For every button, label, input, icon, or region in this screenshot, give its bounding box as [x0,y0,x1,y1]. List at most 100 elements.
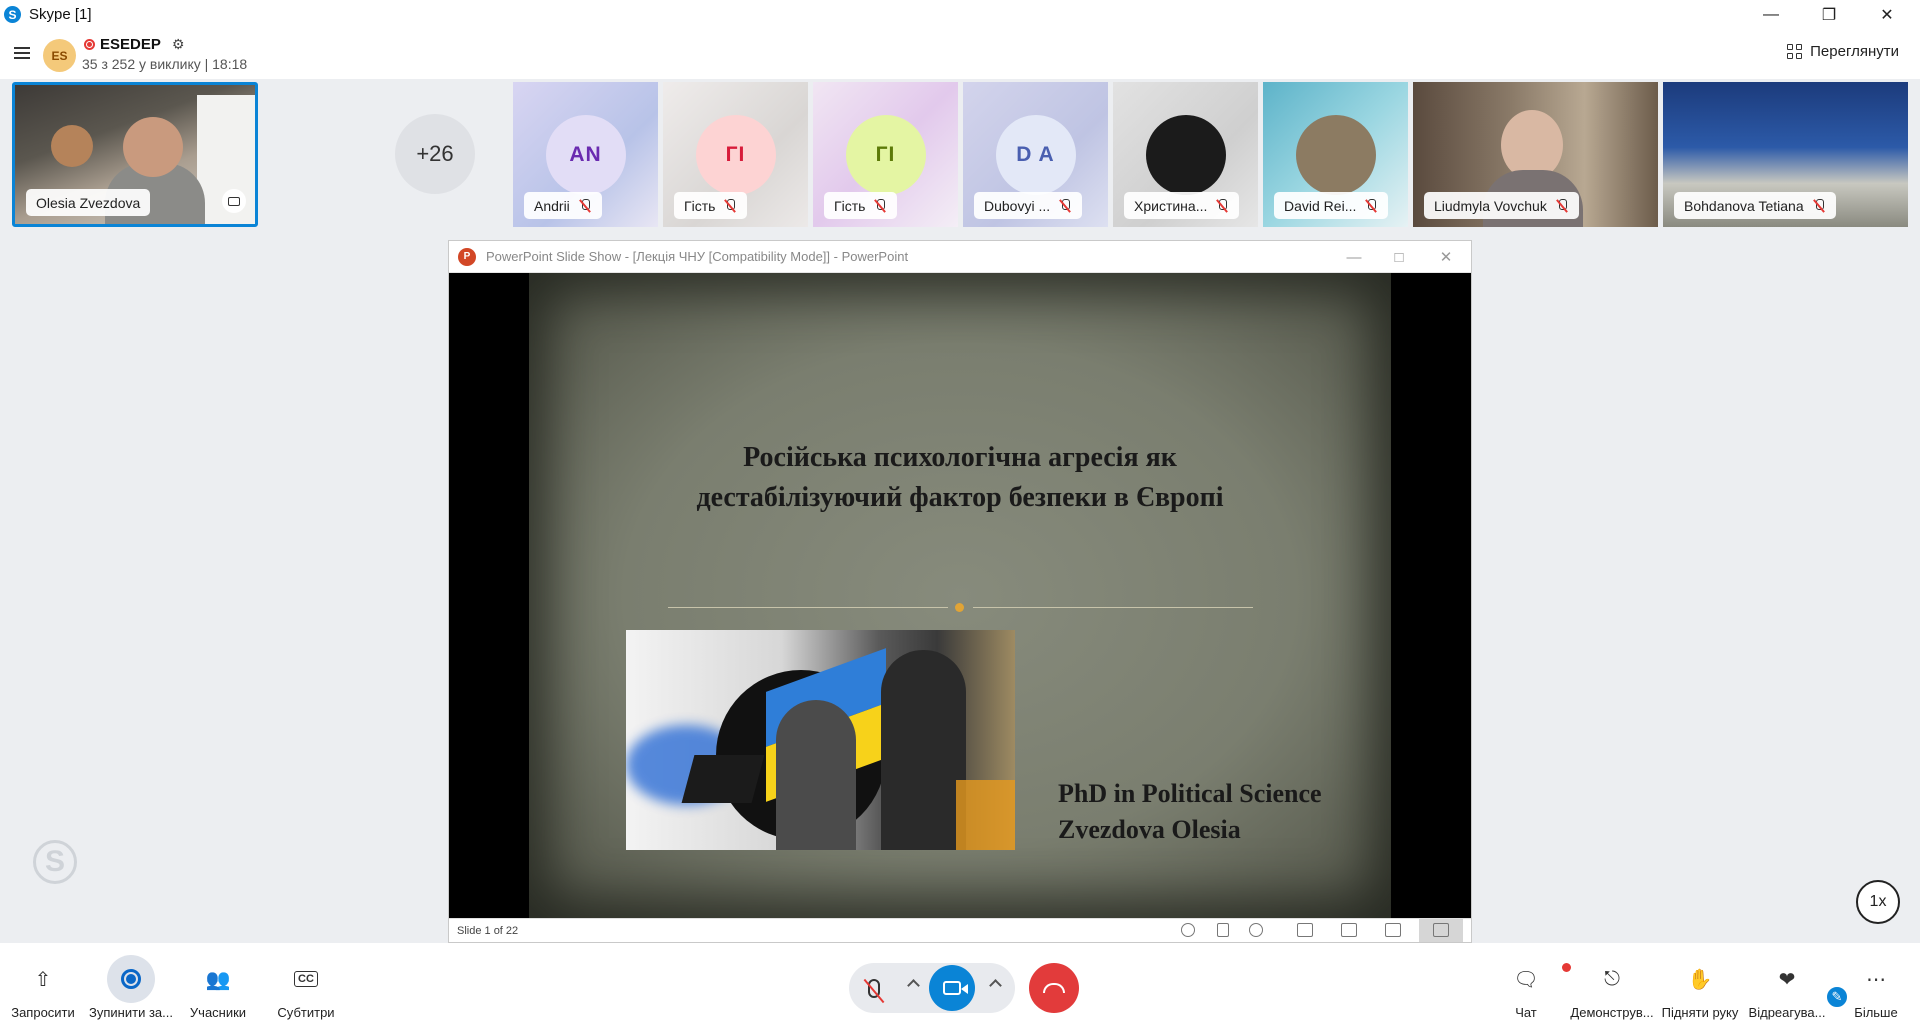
powerpoint-title: PowerPoint Slide Show - [Лекція ЧНУ [Com… [486,249,909,264]
reading-view-icon [1385,923,1401,937]
slide-sorter-icon [1341,923,1357,937]
mic-off-icon [1812,198,1826,213]
camera-button[interactable] [929,965,975,1011]
slide-area: Російська психологічна агресія як дестаб… [449,273,1471,918]
playback-speed-button[interactable]: 1x [1856,880,1900,924]
call-status: 35 з 252 у виклику | 18:18 [82,56,248,72]
more-participants-button[interactable]: +26 [395,114,475,194]
more-button[interactable]: ⋯ Більше [1826,955,1920,1021]
react-button[interactable]: ❤ ✎ Відреагува... [1737,955,1849,1020]
conversation-title-row: ESEDEP ⚙ [84,36,184,53]
participant-avatar: ГІ [695,115,776,195]
powerpoint-icon: P [458,247,476,266]
participant-name-label: Bohdanova Tetiana [1674,192,1836,219]
participant-tile[interactable]: Христина... [1113,82,1258,227]
slide-menu-icon [1217,923,1229,937]
menu-icon[interactable] [14,47,30,59]
mic-off-icon [1364,198,1378,213]
participant-name-label: Liudmyla Vovchuk [1424,192,1579,219]
participant-avatar: ГІ [845,115,926,195]
mic-off-icon [873,198,887,213]
raise-hand-button[interactable]: ✋ Підняти руку [1650,955,1750,1021]
phone-hangup-icon [1043,983,1065,993]
more-icon: ⋯ [1866,968,1886,991]
chat-button[interactable]: 🗨 Чат [1476,955,1576,1020]
powerpoint-titlebar: P PowerPoint Slide Show - [Лекція ЧНУ [C… [449,241,1471,273]
participant-tile[interactable]: D A Dubovyi ... [963,82,1108,227]
close-button[interactable]: ✕ [1858,0,1916,29]
mute-button[interactable] [853,967,895,1009]
screen-share-icon [222,189,246,213]
restore-button[interactable]: ❐ [1800,0,1858,29]
av-controls [849,963,1015,1013]
mic-off-icon [1058,198,1072,213]
participant-name-label: Andrii [524,192,602,219]
conversation-avatar[interactable]: ES [43,39,76,72]
hang-up-button[interactable] [1029,963,1079,1013]
subtitles-button[interactable]: CC Субтитри [256,955,356,1020]
participant-avatar [1145,115,1226,195]
mic-off-icon [578,198,592,213]
call-header: ES ESEDEP ⚙ 35 з 252 у виклику | 18:18 П… [0,29,1920,79]
mic-off-icon [723,198,737,213]
slideshow-view-icon [1433,923,1449,937]
participant-avatar: D A [995,115,1076,195]
skype-watermark-icon: S [33,840,77,884]
heart-icon: ❤ ✎ [1763,955,1849,1009]
record-icon [107,955,155,1003]
participant-name-label: David Rei... [1274,192,1389,219]
hand-icon: ✋ [1687,968,1713,991]
participant-name-label: Гість [674,192,748,219]
mic-options-chevron-icon[interactable] [907,979,920,992]
slide-counter: Slide 1 of 22 [457,925,519,937]
participant-tile[interactable]: ГІ Гість [813,82,958,227]
share-screen-button[interactable]: ⎋ Демонструв... [1562,955,1662,1021]
participant-tile[interactable]: AN Andrii [513,82,658,227]
view-button[interactable]: Переглянути [1787,43,1899,60]
slide: Російська психологічна агресія як дестаб… [529,273,1391,918]
slide-divider [668,607,948,608]
ppt-close-icon: ✕ [1439,249,1453,266]
skype-logo-icon: S [4,6,21,23]
video-camera-icon [943,981,968,995]
next-slide-icon [1249,923,1263,937]
settings-icon[interactable]: ⚙ [172,36,185,53]
participant-avatar [1295,115,1376,195]
window-titlebar: S Skype [1] — ❐ ✕ [0,0,1920,29]
slide-divider [973,607,1253,608]
self-video-tile[interactable]: Olesia Zvezdova [12,82,258,227]
participant-name-label: Olesia Zvezdova [26,189,151,216]
share-icon: ⇧ [34,968,52,991]
recording-icon [84,39,95,50]
participant-name-label: Dubovyi ... [974,192,1083,219]
minimize-button[interactable]: — [1742,0,1800,29]
participant-name-label: Христина... [1124,192,1240,219]
camera-options-chevron-icon[interactable] [989,979,1002,992]
shared-screen-window[interactable]: P PowerPoint Slide Show - [Лекція ЧНУ [C… [448,240,1472,943]
stop-recording-button[interactable]: Зупинити за... [81,955,181,1020]
normal-view-icon [1297,923,1313,937]
share-screen-icon: ⎋ [1604,967,1620,990]
captions-icon: CC [282,955,330,1003]
previous-slide-icon [1181,923,1195,937]
conversation-name[interactable]: ESEDEP [100,36,161,53]
participants-button[interactable]: 👥 Учасники [168,955,268,1021]
call-toolbar: ⇧ Запросити Зупинити за... 👥 Учасники CC… [0,943,1920,1030]
slide-credits: PhD in Political Science Zvezdova Olesia [1058,779,1322,844]
participant-video-tile[interactable]: Bohdanova Tetiana [1663,82,1908,227]
view-button-label: Переглянути [1810,43,1899,60]
people-icon: 👥 [205,968,231,991]
participant-video-tile[interactable]: Liudmyla Vovchuk [1413,82,1658,227]
invite-button[interactable]: ⇧ Запросити [0,955,93,1021]
powerpoint-statusbar: Slide 1 of 22 [449,918,1471,942]
slide-divider-dot [955,603,964,612]
slide-title: Російська психологічна агресія як дестаб… [696,442,1224,513]
participant-tile[interactable]: David Rei... [1263,82,1408,227]
mic-off-icon [1555,198,1569,213]
slide-illustration [626,630,1015,850]
mic-off-icon [868,978,880,998]
mic-off-icon [1215,198,1229,213]
window-title: Skype [1] [29,6,92,23]
participant-tile[interactable]: ГІ Гість [663,82,808,227]
ppt-minimize-icon: — [1346,248,1362,266]
